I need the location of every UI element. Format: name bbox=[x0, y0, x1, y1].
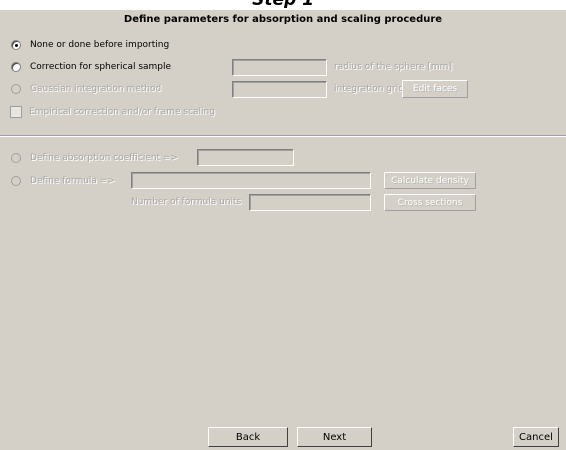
formula-units-label: Number of formula units bbox=[131, 197, 242, 207]
radio-none[interactable] bbox=[11, 40, 21, 50]
option-spherical[interactable]: Correction for spherical sample bbox=[11, 60, 171, 74]
option-empirical-label: Empirical correction and/or frame scalin… bbox=[29, 107, 215, 117]
back-button[interactable]: Back bbox=[208, 427, 288, 447]
cross-sections-button[interactable]: Cross sections bbox=[384, 194, 476, 211]
radio-spherical[interactable] bbox=[11, 62, 21, 72]
define-formula-label: Define formula => bbox=[30, 176, 115, 186]
absorption-coefficient-field[interactable] bbox=[197, 149, 294, 166]
option-none[interactable]: None or done before importing bbox=[11, 38, 169, 52]
sphere-radius-label: radius of the sphere [mm] bbox=[334, 62, 452, 72]
next-button[interactable]: Next bbox=[297, 427, 372, 447]
absorption-dialog: Define parameters for absorption and sca… bbox=[0, 10, 566, 450]
option-spherical-label: Correction for spherical sample bbox=[30, 62, 172, 72]
option-empirical[interactable]: Empirical correction and/or frame scalin… bbox=[10, 105, 215, 119]
absorption-coefficient-label: Define absorption coefficient => bbox=[30, 153, 179, 163]
cancel-button[interactable]: Cancel bbox=[513, 427, 559, 447]
option-gaussian[interactable]: Gaussian integration method bbox=[11, 82, 161, 96]
separator bbox=[0, 135, 566, 137]
integration-grid-label: integration grid bbox=[334, 84, 404, 94]
formula-units-field[interactable] bbox=[249, 194, 371, 211]
radio-define-formula[interactable] bbox=[11, 176, 21, 186]
edit-faces-button[interactable]: Edit faces bbox=[402, 80, 468, 98]
page-title: Step 1 bbox=[0, 0, 566, 8]
option-none-label: None or done before importing bbox=[30, 40, 170, 50]
option-gaussian-label: Gaussian integration method bbox=[30, 84, 162, 94]
option-absorption-coefficient[interactable]: Define absorption coefficient => bbox=[11, 151, 178, 165]
sphere-radius-field[interactable] bbox=[232, 59, 327, 76]
calculate-density-button[interactable]: Calculate density bbox=[384, 172, 476, 189]
checkbox-empirical[interactable] bbox=[10, 106, 22, 118]
option-define-formula[interactable]: Define formula => bbox=[11, 174, 115, 188]
radio-absorption-coefficient[interactable] bbox=[11, 153, 21, 163]
integration-grid-field[interactable] bbox=[232, 81, 327, 98]
radio-gaussian[interactable] bbox=[11, 84, 21, 94]
dialog-header: Define parameters for absorption and sca… bbox=[123, 14, 443, 25]
formula-field[interactable] bbox=[131, 172, 371, 189]
